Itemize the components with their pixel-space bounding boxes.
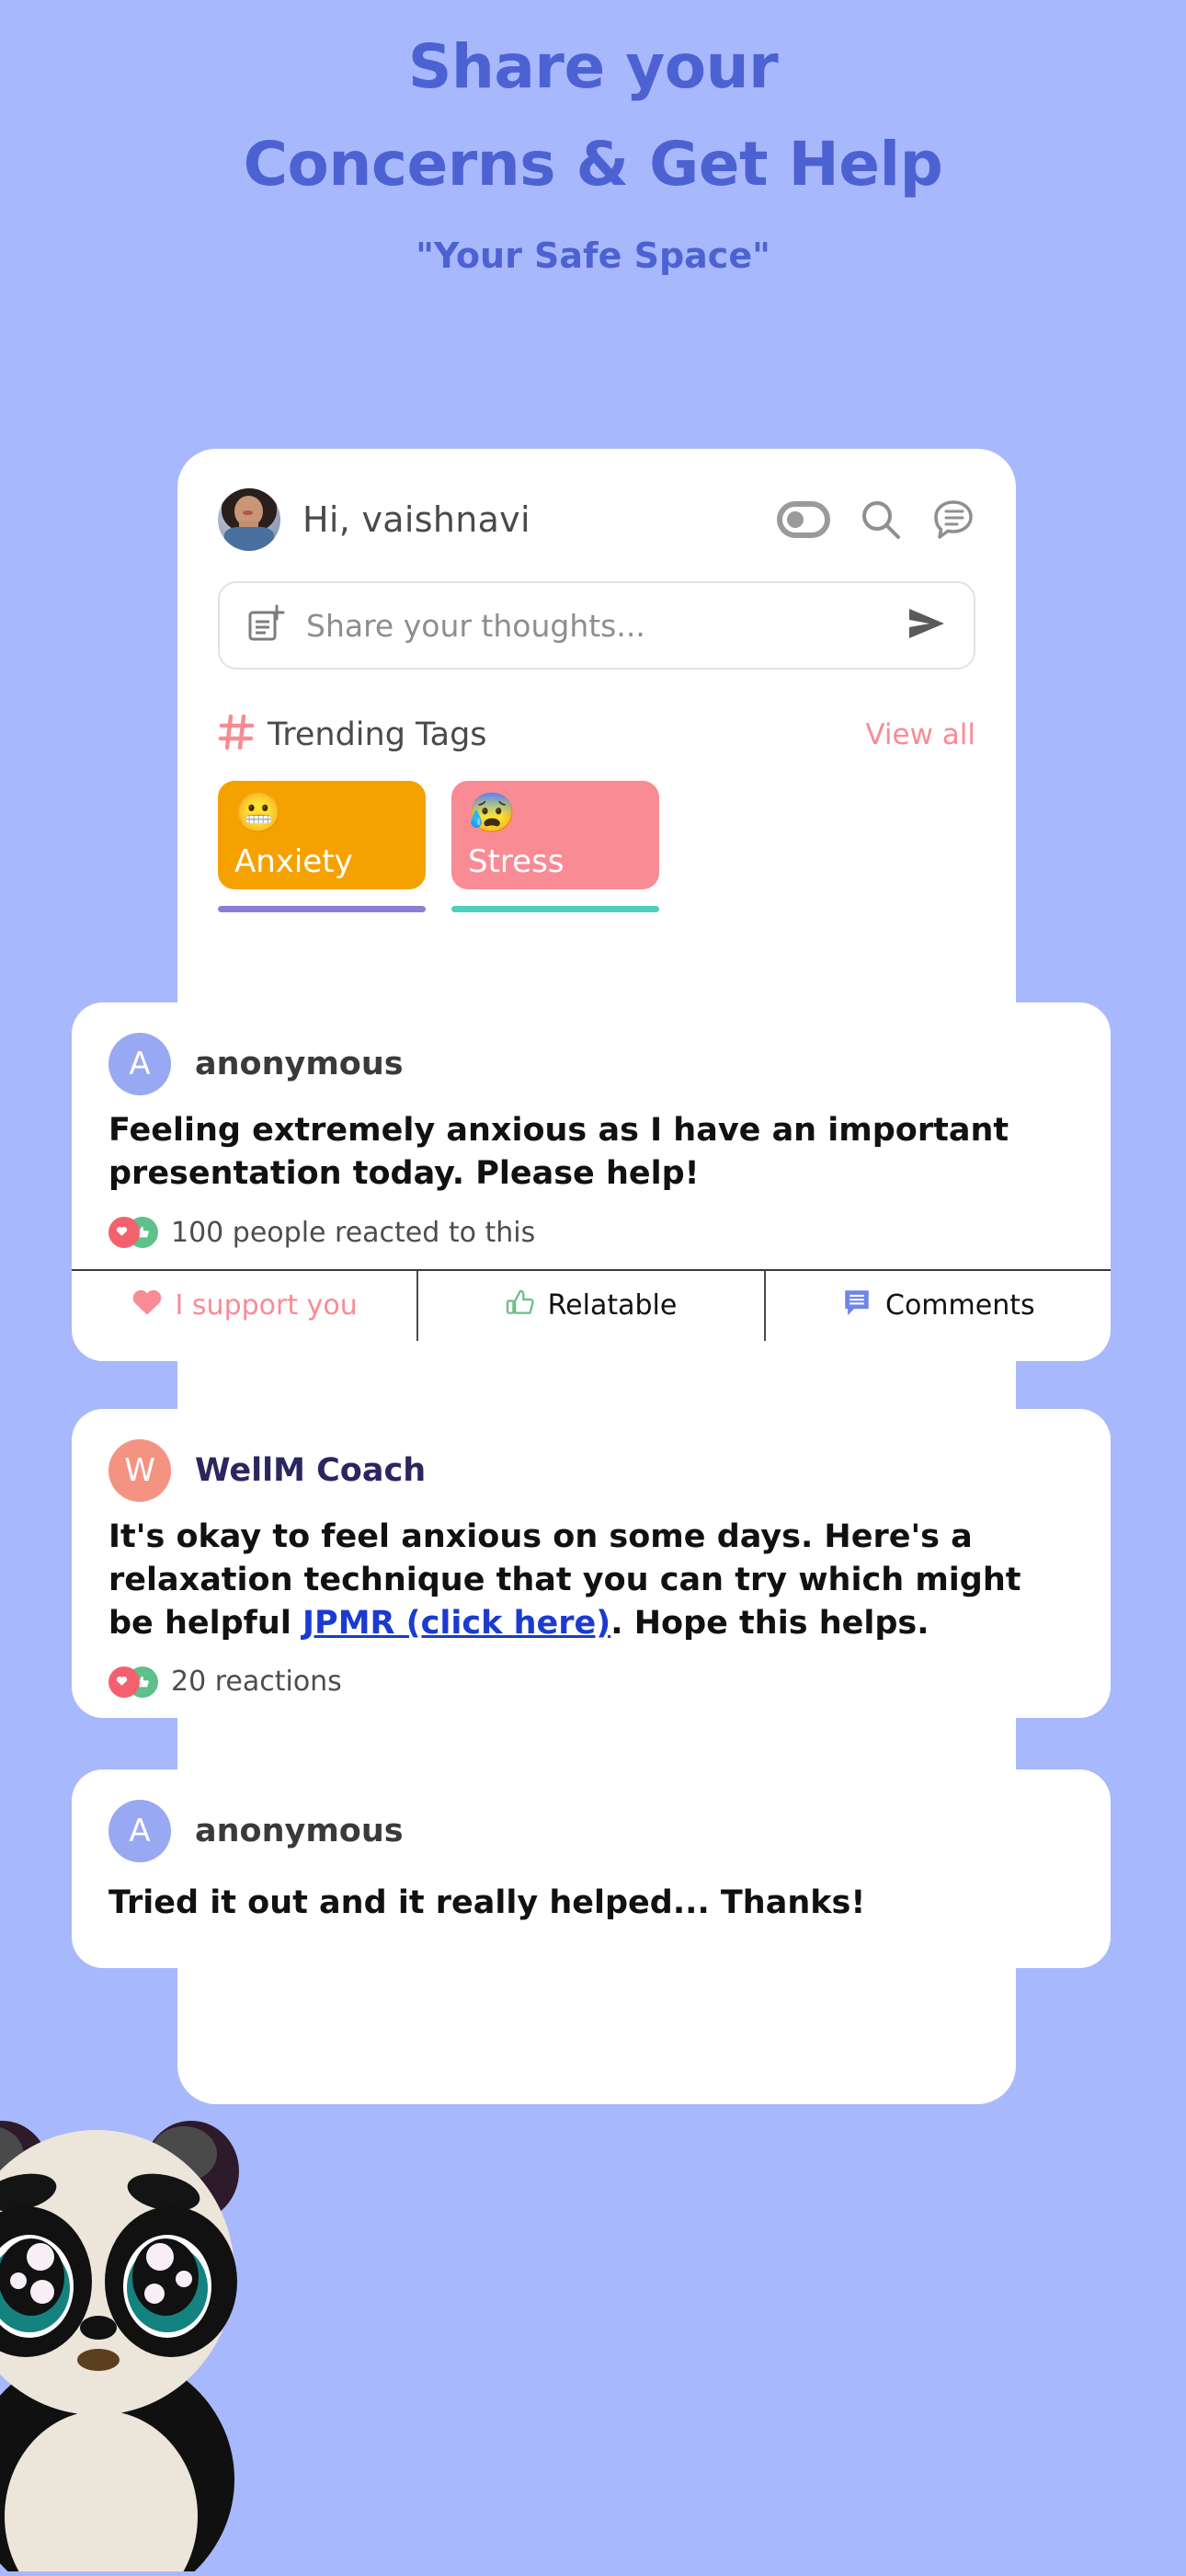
post-body-suffix: . Hope this helps. [610,1605,929,1642]
avatar: A [108,1800,171,1863]
relatable-label: Relatable [547,1289,678,1322]
heart-icon [131,1288,163,1323]
post-header: W WellM Coach [108,1437,1074,1505]
post-reaction-summary: 100 people reacted to this [108,1217,1074,1249]
tag-label: Stress [468,843,564,880]
relatable-button[interactable]: Relatable [416,1270,763,1341]
feed-list: A anonymous Feeling extremely anxious as… [72,1002,1111,1968]
trending-tags-title: Trending Tags [268,716,487,753]
post-author: anonymous [195,1046,404,1082]
tag-emoji: 😰 [468,791,517,834]
heart-thumbsup-badge [108,1217,158,1248]
heart-thumbsup-badge [108,1666,158,1698]
thumbs-up-icon [506,1288,535,1324]
app-header: Hi, vaishnavi [218,484,975,555]
trending-tags-list: 😬 Anxiety 😰 Stress [218,781,975,912]
post-card[interactable]: A anonymous Tried it out and it really h… [72,1769,1111,1968]
tag-emoji: 😬 [234,791,283,834]
jpmr-link[interactable]: JPMR (click here) [302,1605,610,1642]
support-button[interactable]: I support you [72,1271,416,1341]
comments-button[interactable]: Comments [763,1270,1111,1341]
avatar: W [108,1438,171,1502]
post-author: anonymous [195,1813,404,1850]
hero-subtitle: "Your Safe Space" [416,235,770,276]
post-body: It's okay to feel anxious on some days. … [108,1516,1074,1646]
theme-toggle-switch[interactable] [777,501,830,538]
comment-icon [841,1287,872,1325]
tag-underline-bar [451,906,659,912]
post-reaction-summary: 20 reactions [108,1666,1074,1698]
trending-tag-anxiety[interactable]: 😬 Anxiety [218,781,426,912]
new-note-icon [245,603,286,648]
trending-tag-stress[interactable]: 😰 Stress [451,781,659,912]
comments-label: Comments [885,1289,1035,1322]
post-header: A anonymous [108,1030,1074,1098]
send-arrow-icon[interactable] [906,606,948,646]
search-icon[interactable] [860,498,902,541]
share-thoughts-input[interactable]: Share your thoughts... [218,581,975,670]
view-all-link[interactable]: View all [865,718,975,751]
post-action-bar: I support you Relatable Comments [72,1268,1111,1341]
trending-tags-header: Trending Tags View all [218,714,975,755]
share-thoughts-placeholder: Share your thoughts... [306,607,645,644]
hero-title-line-1: Share your [407,31,779,102]
panda-mascot [0,2084,267,2576]
post-header: A anonymous [108,1797,1074,1865]
reaction-count-text: 100 people reacted to this [171,1216,536,1249]
hero-section: Share your Concerns & Get Help "Your Saf… [0,0,1186,277]
support-label: I support you [175,1289,358,1322]
post-author: WellM Coach [195,1451,427,1489]
post-body: Feeling extremely anxious as I have an i… [108,1112,1009,1193]
hash-icon [218,714,255,755]
post-card[interactable]: A anonymous Feeling extremely anxious as… [72,1002,1111,1361]
hero-title-line-2: Concerns & Get Help [243,129,943,200]
reaction-count-text: 20 reactions [171,1666,342,1699]
greeting-text: Hi, vaishnavi [302,499,530,540]
post-card[interactable]: W WellM Coach It's okay to feel anxious … [72,1408,1111,1719]
post-body: Tried it out and it really helped... Tha… [108,1884,866,1922]
header-icon-group [777,498,975,542]
avatar[interactable] [218,488,280,551]
chat-bubble-icon[interactable] [931,498,975,542]
avatar: A [108,1033,171,1095]
tag-underline-bar [218,906,426,912]
tag-label: Anxiety [234,843,353,880]
